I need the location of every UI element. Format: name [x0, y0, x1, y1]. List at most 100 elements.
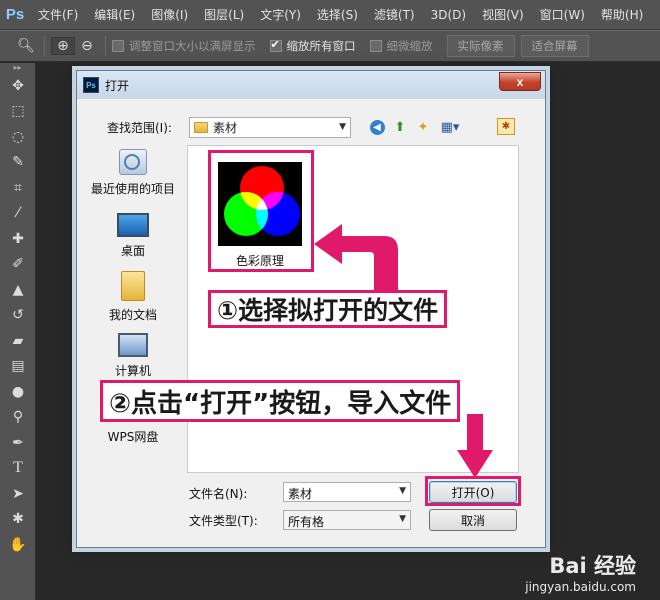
file-highlight-box	[208, 150, 314, 272]
resize-window-checkbox[interactable]: 调整窗口大小以满屏显示	[112, 38, 256, 54]
up-folder-button[interactable]: ⬆	[390, 118, 410, 136]
navigation-toolbar: ◀ ⬆ ✦ ▦▾	[367, 118, 467, 136]
extra-folder-icon[interactable]: ✱	[497, 118, 515, 135]
scrubby-zoom-label: 细微缩放	[386, 39, 433, 53]
healing-brush-tool-icon[interactable]: ✚	[0, 226, 36, 252]
checkbox-box	[269, 38, 282, 52]
shape-tool-icon[interactable]: ✱	[0, 507, 36, 533]
crop-tool-icon[interactable]: ⌗	[0, 175, 36, 201]
options-bar: 🔍︎ ⊕ ⊖ 调整窗口大小以满屏显示 缩放所有窗口 细微缩放 实际像素 适合屏幕	[0, 30, 660, 62]
new-folder-button[interactable]: ✦	[413, 118, 433, 136]
place-computer-label: 计算机	[114, 364, 151, 378]
place-documents-label: 我的文档	[108, 308, 157, 322]
recent-icon	[119, 149, 147, 175]
place-recent[interactable]: 最近使用的项目	[87, 149, 179, 197]
place-documents[interactable]: 我的文档	[87, 271, 179, 323]
back-button[interactable]: ◀	[367, 118, 387, 136]
filename-label: 文件名(N):	[189, 487, 248, 501]
divider	[44, 36, 45, 56]
clone-stamp-tool-icon[interactable]: ▲	[0, 277, 36, 303]
up-folder-icon: ⬆	[394, 119, 406, 135]
computer-icon	[118, 333, 148, 357]
resize-window-label: 调整窗口大小以满屏显示	[129, 39, 256, 53]
divider	[105, 36, 106, 56]
menu-edit[interactable]: 编辑(E)	[86, 0, 143, 30]
back-arrow-icon: ◀	[369, 119, 385, 135]
checkbox-box	[369, 40, 382, 52]
open-button-highlight-box	[425, 476, 521, 506]
lasso-tool-icon[interactable]: ◌	[0, 124, 36, 150]
look-in-dropdown[interactable]: 素材 ▼	[189, 117, 351, 138]
dodge-tool-icon[interactable]: ⚲	[0, 405, 36, 431]
watermark-url: jingyan.baidu.com	[525, 580, 636, 594]
eraser-tool-icon[interactable]: ▰	[0, 328, 36, 354]
brush-tool-icon[interactable]: ✐	[0, 252, 36, 278]
chevron-down-icon: ▼	[399, 486, 406, 496]
filename-value: 素材	[288, 487, 313, 501]
menu-view[interactable]: 视图(V)	[474, 0, 532, 30]
look-in-value: 素材	[213, 121, 238, 135]
new-folder-icon: ✦	[417, 119, 429, 135]
place-desktop[interactable]: 桌面	[87, 213, 179, 259]
arrow-to-open-button-icon	[457, 414, 493, 478]
menu-file[interactable]: 文件(F)	[30, 0, 86, 30]
chevron-down-icon: ▼	[339, 122, 346, 132]
photoshop-app-icon: Ps	[83, 77, 99, 93]
photoshop-logo: Ps	[5, 6, 25, 23]
step1-callout: ①选择拟打开的文件	[208, 290, 448, 328]
menu-select[interactable]: 选择(S)	[309, 0, 366, 30]
eyedropper-tool-icon[interactable]: ⁄	[0, 201, 36, 227]
view-menu-icon: ▦▾	[440, 119, 460, 135]
zoom-out-icon[interactable]: ⊖	[75, 38, 99, 54]
baidu-watermark: Bai 经验 jingyan.baidu.com	[525, 550, 636, 594]
zoom-in-icon[interactable]: ⊕	[51, 37, 75, 55]
menu-3d[interactable]: 3D(D)	[423, 0, 474, 30]
desktop-icon	[117, 213, 149, 237]
place-wps-label: WPS网盘	[107, 430, 159, 444]
menu-help[interactable]: 帮助(H)	[593, 0, 651, 30]
path-select-tool-icon[interactable]: ➤	[0, 481, 36, 507]
chevron-down-icon: ▼	[399, 514, 406, 524]
gradient-tool-icon[interactable]: ▤	[0, 354, 36, 380]
marquee-tool-icon[interactable]: ⬚	[0, 99, 36, 125]
filetype-select[interactable]: 所有格 ▼	[283, 510, 411, 530]
filename-input[interactable]: 素材 ▼	[283, 482, 411, 502]
look-in-label: 查找范围(I):	[107, 121, 172, 135]
place-computer[interactable]: 计算机	[87, 333, 179, 379]
zoom-tool-icon[interactable]: 🔍︎	[14, 38, 38, 54]
place-desktop-label: 桌面	[120, 244, 145, 258]
menu-type[interactable]: 文字(Y)	[252, 0, 309, 30]
cancel-button[interactable]: 取消	[429, 509, 517, 531]
tools-panel: ▸▸ ✥ ⬚ ◌ ✎ ⌗ ⁄ ✚ ✐ ▲ ↺ ▰ ▤ ● ⚲ ✒ T ➤ ✱ ✋	[0, 63, 36, 600]
documents-icon	[121, 271, 145, 301]
quick-select-tool-icon[interactable]: ✎	[0, 150, 36, 176]
baidu-jingyan-logo: Bai 经验	[549, 554, 636, 578]
folder-icon	[194, 122, 208, 133]
panel-grip-icon[interactable]: ▸▸	[0, 63, 35, 73]
checkbox-box	[112, 40, 124, 52]
zoom-all-windows-checkbox[interactable]: 缩放所有窗口	[269, 38, 356, 54]
menu-bar: Ps 文件(F) 编辑(E) 图像(I) 图层(L) 文字(Y) 选择(S) 滤…	[0, 0, 660, 30]
menu-filter[interactable]: 滤镜(T)	[366, 0, 423, 30]
pen-tool-icon[interactable]: ✒	[0, 430, 36, 456]
move-tool-icon[interactable]: ✥	[0, 73, 36, 99]
menu-window[interactable]: 窗口(W)	[532, 0, 593, 30]
view-menu-button[interactable]: ▦▾	[436, 118, 464, 136]
step2-callout: ②点击“打开”按钮，导入文件	[100, 380, 461, 422]
hand-tool-icon[interactable]: ✋	[0, 532, 36, 558]
dialog-title: 打开	[105, 78, 130, 93]
menu-image[interactable]: 图像(I)	[143, 0, 196, 30]
actual-pixels-button[interactable]: 实际像素	[446, 35, 515, 57]
place-recent-label: 最近使用的项目	[90, 182, 175, 196]
history-brush-tool-icon[interactable]: ↺	[0, 303, 36, 329]
filetype-label: 文件类型(T):	[189, 514, 258, 528]
menu-layer[interactable]: 图层(L)	[196, 0, 252, 30]
filetype-value: 所有格	[288, 515, 325, 529]
zoom-all-label: 缩放所有窗口	[286, 39, 356, 53]
dialog-titlebar[interactable]: Ps 打开	[77, 71, 545, 99]
blur-tool-icon[interactable]: ●	[0, 379, 36, 405]
fit-screen-button[interactable]: 适合屏幕	[520, 35, 589, 57]
type-tool-icon[interactable]: T	[0, 456, 36, 482]
close-button[interactable]: x	[499, 72, 541, 91]
scrubby-zoom-checkbox[interactable]: 细微缩放	[369, 38, 433, 54]
